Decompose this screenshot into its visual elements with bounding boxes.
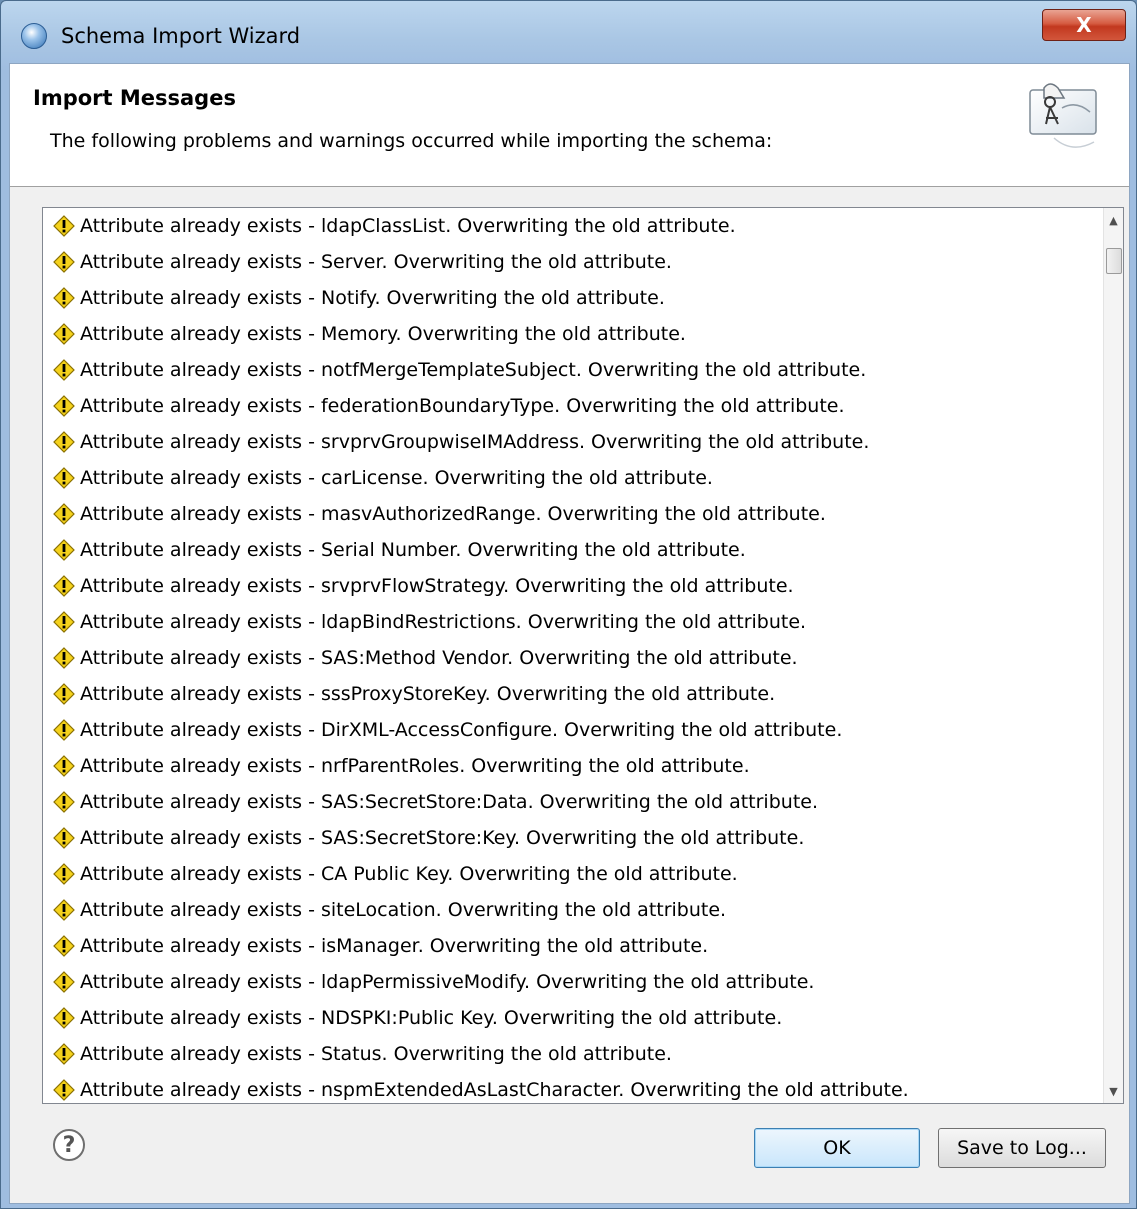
list-item[interactable]: Attribute already exists - ldapPermissiv… xyxy=(43,964,1103,1000)
message-text: Attribute already exists - srvprvGroupwi… xyxy=(80,431,870,453)
list-item[interactable]: Attribute already exists - notfMergeTemp… xyxy=(43,352,1103,388)
message-text: Attribute already exists - Memory. Overw… xyxy=(80,323,686,345)
warning-icon xyxy=(53,503,75,525)
list-item[interactable]: Attribute already exists - srvprvGroupwi… xyxy=(43,424,1103,460)
list-item[interactable]: Attribute already exists - Status. Overw… xyxy=(43,1036,1103,1072)
warning-icon xyxy=(53,467,75,489)
help-icon[interactable]: ? xyxy=(53,1129,85,1161)
message-text: Attribute already exists - Status. Overw… xyxy=(80,1043,672,1065)
list-item[interactable]: Attribute already exists - DirXML-Access… xyxy=(43,712,1103,748)
warning-icon xyxy=(53,791,75,813)
scroll-up-button[interactable]: ▲ xyxy=(1104,210,1123,230)
scroll-down-button[interactable]: ▼ xyxy=(1104,1081,1123,1101)
warning-icon xyxy=(53,899,75,921)
list-item[interactable]: Attribute already exists - SAS:SecretSto… xyxy=(43,820,1103,856)
ok-button[interactable]: OK xyxy=(754,1128,920,1168)
list-item[interactable]: Attribute already exists - federationBou… xyxy=(43,388,1103,424)
list-item[interactable]: Attribute already exists - carLicense. O… xyxy=(43,460,1103,496)
messages-list[interactable]: Attribute already exists - ldapClassList… xyxy=(42,207,1124,1104)
warning-icon xyxy=(53,683,75,705)
warning-icon xyxy=(53,611,75,633)
window-title: Schema Import Wizard xyxy=(61,24,301,48)
warning-icon xyxy=(53,647,75,669)
warning-icon xyxy=(53,287,75,309)
warning-icon xyxy=(53,539,75,561)
warning-icon xyxy=(53,251,75,273)
list-item[interactable]: Attribute already exists - nrfParentRole… xyxy=(43,748,1103,784)
warning-icon xyxy=(53,971,75,993)
title-bar[interactable]: Schema Import Wizard X xyxy=(1,1,1136,63)
message-text: Attribute already exists - masvAuthorize… xyxy=(80,503,826,525)
warning-icon xyxy=(53,323,75,345)
message-text: Attribute already exists - CA Public Key… xyxy=(80,863,738,885)
message-text: Attribute already exists - siteLocation.… xyxy=(80,899,727,921)
list-item[interactable]: Attribute already exists - isManager. Ov… xyxy=(43,928,1103,964)
list-item[interactable]: Attribute already exists - Notify. Overw… xyxy=(43,280,1103,316)
message-text: Attribute already exists - ldapClassList… xyxy=(80,215,736,237)
warning-icon xyxy=(53,935,75,957)
list-item[interactable]: Attribute already exists - nspmExtendedA… xyxy=(43,1072,1103,1103)
message-text: Attribute already exists - carLicense. O… xyxy=(80,467,713,489)
warning-icon xyxy=(53,827,75,849)
warning-icon xyxy=(53,863,75,885)
warning-icon xyxy=(53,575,75,597)
message-text: Attribute already exists - nspmExtendedA… xyxy=(80,1079,909,1101)
message-text: Attribute already exists - SAS:SecretSto… xyxy=(80,791,818,813)
messages-rows: Attribute already exists - ldapClassList… xyxy=(43,208,1103,1103)
message-text: Attribute already exists - srvprvFlowStr… xyxy=(80,575,794,597)
message-text: Attribute already exists - SAS:Method Ve… xyxy=(80,647,798,669)
warning-icon xyxy=(53,1043,75,1065)
message-text: Attribute already exists - SAS:SecretSto… xyxy=(80,827,805,849)
list-item[interactable]: Attribute already exists - ldapBindRestr… xyxy=(43,604,1103,640)
warning-icon xyxy=(53,1079,75,1101)
list-item[interactable]: Attribute already exists - SAS:Method Ve… xyxy=(43,640,1103,676)
message-text: Attribute already exists - DirXML-Access… xyxy=(80,719,843,741)
wizard-header: Import Messages The following problems a… xyxy=(10,64,1129,187)
list-item[interactable]: Attribute already exists - masvAuthorize… xyxy=(43,496,1103,532)
message-text: Attribute already exists - federationBou… xyxy=(80,395,845,417)
schema-wizard-graphic-icon xyxy=(1029,83,1097,148)
list-item[interactable]: Attribute already exists - NDSPKI:Public… xyxy=(43,1000,1103,1036)
page-title: Import Messages xyxy=(33,86,236,110)
wizard-app-icon xyxy=(21,23,47,49)
warning-icon xyxy=(53,719,75,741)
warning-icon xyxy=(53,1007,75,1029)
dialog-client-area: Import Messages The following problems a… xyxy=(9,63,1130,1204)
list-item[interactable]: Attribute already exists - SAS:SecretSto… xyxy=(43,784,1103,820)
list-item[interactable]: Attribute already exists - ldapClassList… xyxy=(43,208,1103,244)
message-text: Attribute already exists - isManager. Ov… xyxy=(80,935,709,957)
scroll-thumb[interactable] xyxy=(1106,248,1122,274)
message-text: Attribute already exists - Server. Overw… xyxy=(80,251,672,273)
warning-icon xyxy=(53,755,75,777)
message-text: Attribute already exists - sssProxyStore… xyxy=(80,683,776,705)
message-text: Attribute already exists - nrfParentRole… xyxy=(80,755,750,777)
message-text: Attribute already exists - NDSPKI:Public… xyxy=(80,1007,783,1029)
list-item[interactable]: Attribute already exists - Memory. Overw… xyxy=(43,316,1103,352)
warning-icon xyxy=(53,359,75,381)
message-text: Attribute already exists - Notify. Overw… xyxy=(80,287,665,309)
warning-icon xyxy=(53,431,75,453)
save-to-log-button[interactable]: Save to Log... xyxy=(938,1128,1106,1168)
message-text: Attribute already exists - ldapBindRestr… xyxy=(80,611,807,633)
page-description: The following problems and warnings occu… xyxy=(50,130,773,152)
warning-icon xyxy=(53,215,75,237)
list-item[interactable]: Attribute already exists - siteLocation.… xyxy=(43,892,1103,928)
message-text: Attribute already exists - Serial Number… xyxy=(80,539,746,561)
list-item[interactable]: Attribute already exists - CA Public Key… xyxy=(43,856,1103,892)
message-text: Attribute already exists - ldapPermissiv… xyxy=(80,971,815,993)
dialog-window: Schema Import Wizard X Import Messages T… xyxy=(0,0,1137,1209)
close-button[interactable]: X xyxy=(1042,9,1126,41)
message-text: Attribute already exists - notfMergeTemp… xyxy=(80,359,867,381)
list-item[interactable]: Attribute already exists - Server. Overw… xyxy=(43,244,1103,280)
list-item[interactable]: Attribute already exists - sssProxyStore… xyxy=(43,676,1103,712)
warning-icon xyxy=(53,395,75,417)
list-item[interactable]: Attribute already exists - Serial Number… xyxy=(43,532,1103,568)
list-item[interactable]: Attribute already exists - srvprvFlowStr… xyxy=(43,568,1103,604)
vertical-scrollbar[interactable]: ▲ ▼ xyxy=(1103,208,1123,1103)
